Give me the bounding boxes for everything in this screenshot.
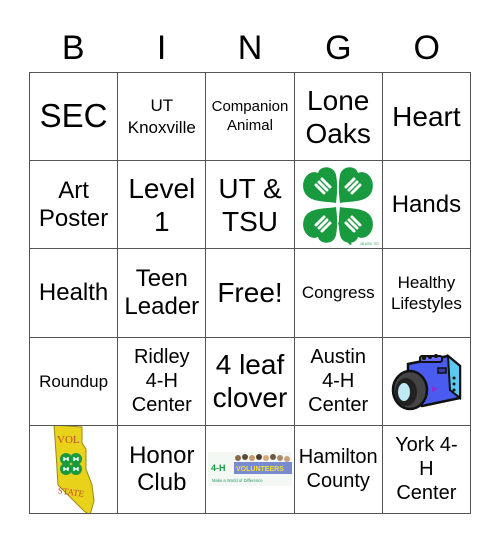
cell-text: Healthy Lifestyles: [390, 272, 462, 313]
cell-text: Heart: [392, 101, 461, 133]
cell-text: Ridley 4-H Center: [131, 346, 192, 417]
cell-text: Companion Animal: [211, 97, 289, 134]
bingo-cell[interactable]: Teen Leader: [118, 249, 207, 338]
cell-text: 4 leaf clover: [212, 349, 288, 414]
bingo-cell[interactable]: 18 USC 707: [294, 161, 383, 250]
bingo-cell[interactable]: Health: [30, 249, 119, 338]
4h-clover-emblem-icon: 18 USC 707: [303, 167, 379, 246]
cell-text: Art Poster: [38, 177, 109, 232]
svg-text:Make a World of Difference: Make a World of Difference: [212, 478, 263, 483]
bingo-cell[interactable]: 4 leaf clover: [206, 337, 295, 426]
cell-text: Health: [38, 279, 109, 307]
bingo-cell[interactable]: Congress: [294, 249, 383, 338]
bingo-cell[interactable]: Roundup: [30, 337, 119, 426]
cell-text: Teen Leader: [124, 265, 200, 320]
bingo-cell[interactable]: Companion Animal: [206, 73, 295, 162]
bingo-cell[interactable]: Lone Oaks: [294, 73, 383, 162]
svg-text:4-H: 4-H: [211, 463, 226, 473]
svg-text:VOLUNTEERS: VOLUNTEERS: [236, 466, 284, 473]
bingo-cell[interactable]: York 4- H Center: [382, 425, 471, 514]
vol-state-4h-emblem-icon: VOL STATE: [53, 425, 95, 513]
bingo-cell[interactable]: Healthy Lifestyles: [382, 249, 471, 338]
cell-text: Hamilton County: [298, 446, 378, 493]
bingo-cell[interactable]: Ridley 4-H Center: [118, 337, 207, 426]
bingo-cell[interactable]: 4-H VOLUNTEERS Make a World of Differenc…: [206, 425, 295, 514]
bingo-cell[interactable]: Hamilton County: [294, 425, 383, 514]
header-letter-n: N: [237, 29, 263, 67]
bingo-cell[interactable]: UT Knoxville: [118, 73, 207, 162]
cell-text: Congress: [301, 283, 375, 303]
svg-text:VOL: VOL: [57, 434, 80, 446]
bingo-cell[interactable]: Hands: [382, 161, 471, 250]
header-letter-o: O: [413, 29, 440, 67]
bingo-cell[interactable]: Heart: [382, 73, 471, 162]
cell-text: SEC: [39, 97, 108, 135]
header-letter-b: B: [61, 29, 85, 67]
cell-text: Hands: [391, 190, 462, 218]
bingo-cell[interactable]: SEC: [30, 73, 119, 162]
free-space-cell[interactable]: Free!: [206, 249, 295, 338]
4h-volunteers-banner-icon: 4-H VOLUNTEERS Make a World of Differenc…: [207, 452, 292, 487]
bingo-cell[interactable]: [382, 337, 471, 426]
cell-text: UT & TSU: [218, 172, 282, 237]
cell-text: Free!: [217, 277, 283, 309]
bingo-cell[interactable]: VOL STATE: [30, 425, 119, 514]
bingo-cell[interactable]: UT & TSU: [206, 161, 295, 250]
bingo-grid: SEC UT Knoxville Companion Animal Lone O…: [29, 72, 471, 514]
header-letter-g: G: [325, 29, 352, 67]
cell-text: York 4- H Center: [395, 434, 458, 505]
cell-text: Austin 4-H Center: [308, 346, 369, 417]
cell-text: UT Knoxville: [127, 96, 196, 137]
bingo-cell[interactable]: Level 1: [118, 161, 207, 250]
cell-text: Honor Club: [129, 441, 195, 497]
cell-text: Lone Oaks: [305, 84, 371, 149]
bingo-cell[interactable]: Art Poster: [30, 161, 119, 250]
bingo-cell[interactable]: Austin 4-H Center: [294, 337, 383, 426]
cell-text: Level 1: [128, 172, 196, 237]
header-letter-i: I: [156, 29, 167, 67]
cell-text: Roundup: [39, 371, 109, 391]
bingo-header: B I N G O: [29, 24, 471, 72]
svg-text:18 USC 707: 18 USC 707: [360, 242, 379, 246]
bingo-cell[interactable]: Honor Club: [118, 425, 207, 514]
camera-icon: [392, 353, 462, 411]
